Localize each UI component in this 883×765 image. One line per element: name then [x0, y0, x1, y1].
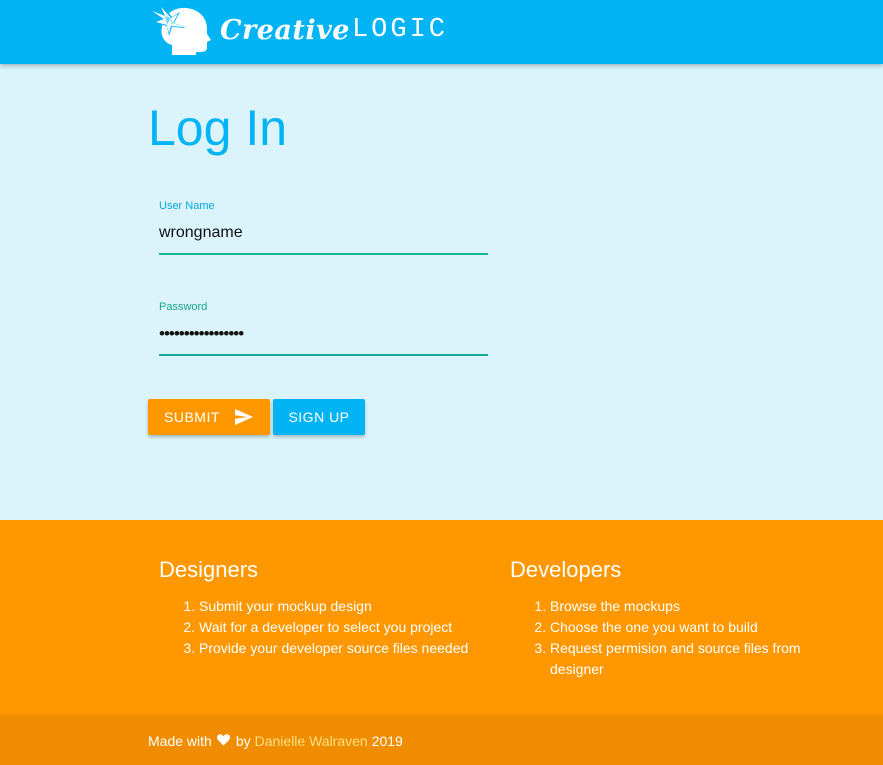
heart-icon: [216, 733, 230, 749]
list-item: Request permision and source files from …: [550, 638, 830, 680]
password-input[interactable]: •••••••••••••••••: [159, 324, 488, 344]
username-underline: [159, 253, 488, 255]
list-item: Submit your mockup design: [199, 596, 499, 617]
head-origami-bird-icon: [150, 5, 211, 55]
submit-button-label: SUBMIT: [164, 409, 220, 425]
password-label: Password: [159, 301, 208, 313]
by-text: by: [235, 733, 251, 749]
username-field[interactable]: User Name wrongname: [159, 199, 488, 255]
developers-section: Developers Browse the mockups Choose the…: [510, 556, 830, 680]
credits-bar: Made with by Danielle Walraven 2019: [0, 715, 883, 765]
made-with-text: Made with: [148, 733, 212, 749]
year-text: 2019: [371, 733, 403, 749]
designers-steps: Submit your mockup design Wait for a dev…: [159, 596, 499, 659]
submit-button[interactable]: SUBMIT: [148, 399, 270, 435]
username-input[interactable]: wrongname: [159, 223, 488, 243]
password-field[interactable]: Password •••••••••••••••••: [159, 300, 488, 356]
page-title: Log In: [148, 100, 288, 156]
sign-up-button[interactable]: SIGN UP: [273, 399, 365, 435]
credits: Made with by Danielle Walraven 2019: [148, 733, 403, 749]
developers-title: Developers: [510, 557, 622, 582]
author-link[interactable]: Danielle Walraven: [255, 733, 368, 749]
designers-title: Designers: [159, 557, 259, 582]
password-underline: [159, 354, 488, 356]
list-item: Wait for a developer to select you proje…: [199, 617, 499, 638]
list-item: Provide your developer source files need…: [199, 638, 499, 659]
logo-wordmark-logic: LOGIC: [351, 15, 448, 45]
list-item: Browse the mockups: [550, 596, 830, 617]
site-logo[interactable]: Creative LOGIC: [150, 2, 448, 58]
info-footer: Designers Submit your mockup design Wait…: [0, 520, 883, 715]
logo-wordmark-creative: Creative: [220, 14, 350, 46]
send-icon: [234, 409, 253, 425]
sign-up-button-label: SIGN UP: [288, 409, 350, 425]
list-item: Choose the one you want to build: [550, 617, 830, 638]
top-app-bar: Creative LOGIC: [0, 0, 883, 64]
developers-steps: Browse the mockups Choose the one you wa…: [510, 596, 830, 680]
username-label: User Name: [159, 200, 215, 212]
designers-section: Designers Submit your mockup design Wait…: [159, 556, 499, 659]
